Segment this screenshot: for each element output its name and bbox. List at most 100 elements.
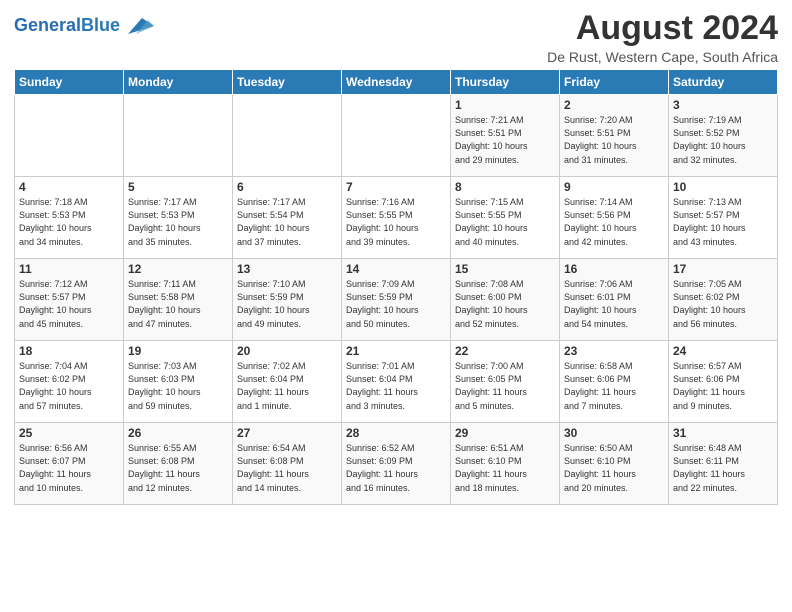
calendar-cell: 24 Sunrise: 6:57 AM Sunset: 6:06 PM Dayli… — [669, 341, 778, 423]
calendar-cell: 6 Sunrise: 7:17 AM Sunset: 5:54 PM Daylig… — [233, 177, 342, 259]
cell-info: Sunrise: 7:19 AM Sunset: 5:52 PM Dayligh… — [673, 114, 773, 166]
day-number: 18 — [19, 344, 119, 358]
calendar-cell: 27 Sunrise: 6:54 AM Sunset: 6:08 PM Dayli… — [233, 423, 342, 505]
day-number: 17 — [673, 262, 773, 276]
calendar-cell: 30 Sunrise: 6:50 AM Sunset: 6:10 PM Dayli… — [560, 423, 669, 505]
calendar-cell: 18 Sunrise: 7:04 AM Sunset: 6:02 PM Dayli… — [15, 341, 124, 423]
day-number: 10 — [673, 180, 773, 194]
calendar-cell: 28Sunrise: 6:52 AM Sunset: 6:09 PM Dayli… — [342, 423, 451, 505]
cell-info: Sunrise: 7:17 AM Sunset: 5:53 PM Dayligh… — [128, 196, 228, 248]
cell-info: Sunrise: 7:08 AM Sunset: 6:00 PM Dayligh… — [455, 278, 555, 330]
day-number: 11 — [19, 262, 119, 276]
cell-info: Sunrise: 6:55 AM Sunset: 6:08 PM Dayligh… — [128, 442, 228, 494]
cell-info: Sunrise: 6:57 AM Sunset: 6:06 PM Dayligh… — [673, 360, 773, 412]
calendar-cell: 14Sunrise: 7:09 AM Sunset: 5:59 PM Dayli… — [342, 259, 451, 341]
cell-info: Sunrise: 7:11 AM Sunset: 5:58 PM Dayligh… — [128, 278, 228, 330]
calendar-cell: 23Sunrise: 6:58 AM Sunset: 6:06 PM Dayli… — [560, 341, 669, 423]
calendar-cell: 5 Sunrise: 7:17 AM Sunset: 5:53 PM Daylig… — [124, 177, 233, 259]
cell-info: Sunrise: 7:03 AM Sunset: 6:03 PM Dayligh… — [128, 360, 228, 412]
cell-info: Sunrise: 7:21 AM Sunset: 5:51 PM Dayligh… — [455, 114, 555, 166]
logo-text: GeneralBlue — [14, 16, 120, 34]
day-header-thursday: Thursday — [451, 70, 560, 95]
calendar-week-3: 11 Sunrise: 7:12 AM Sunset: 5:57 PM Dayli… — [15, 259, 778, 341]
calendar-cell — [233, 95, 342, 177]
calendar-cell: 31 Sunrise: 6:48 AM Sunset: 6:11 PM Dayli… — [669, 423, 778, 505]
day-number: 30 — [564, 426, 664, 440]
day-header-wednesday: Wednesday — [342, 70, 451, 95]
location: De Rust, Western Cape, South Africa — [547, 49, 778, 65]
calendar-cell: 17 Sunrise: 7:05 AM Sunset: 6:02 PM Dayli… — [669, 259, 778, 341]
logo-general: General — [14, 15, 81, 35]
calendar-cell — [124, 95, 233, 177]
logo: GeneralBlue — [14, 14, 154, 36]
day-number: 22 — [455, 344, 555, 358]
day-number: 20 — [237, 344, 337, 358]
cell-info: Sunrise: 7:06 AM Sunset: 6:01 PM Dayligh… — [564, 278, 664, 330]
calendar-week-5: 25 Sunrise: 6:56 AM Sunset: 6:07 PM Dayli… — [15, 423, 778, 505]
cell-info: Sunrise: 6:51 AM Sunset: 6:10 PM Dayligh… — [455, 442, 555, 494]
calendar-cell: 25 Sunrise: 6:56 AM Sunset: 6:07 PM Dayli… — [15, 423, 124, 505]
title-block: August 2024 De Rust, Western Cape, South… — [547, 10, 778, 65]
day-number: 12 — [128, 262, 228, 276]
cell-info: Sunrise: 7:00 AM Sunset: 6:05 PM Dayligh… — [455, 360, 555, 412]
calendar: SundayMondayTuesdayWednesdayThursdayFrid… — [14, 69, 778, 505]
calendar-cell: 29Sunrise: 6:51 AM Sunset: 6:10 PM Dayli… — [451, 423, 560, 505]
cell-info: Sunrise: 7:04 AM Sunset: 6:02 PM Dayligh… — [19, 360, 119, 412]
cell-info: Sunrise: 6:54 AM Sunset: 6:08 PM Dayligh… — [237, 442, 337, 494]
day-number: 24 — [673, 344, 773, 358]
calendar-week-1: 1 Sunrise: 7:21 AM Sunset: 5:51 PM Daylig… — [15, 95, 778, 177]
calendar-cell: 13 Sunrise: 7:10 AM Sunset: 5:59 PM Dayli… — [233, 259, 342, 341]
calendar-cell: 3 Sunrise: 7:19 AM Sunset: 5:52 PM Daylig… — [669, 95, 778, 177]
cell-info: Sunrise: 7:15 AM Sunset: 5:55 PM Dayligh… — [455, 196, 555, 248]
calendar-cell — [342, 95, 451, 177]
cell-info: Sunrise: 7:17 AM Sunset: 5:54 PM Dayligh… — [237, 196, 337, 248]
calendar-cell: 2Sunrise: 7:20 AM Sunset: 5:51 PM Daylig… — [560, 95, 669, 177]
day-number: 9 — [564, 180, 664, 194]
logo-blue: Blue — [81, 15, 120, 35]
day-number: 5 — [128, 180, 228, 194]
day-number: 27 — [237, 426, 337, 440]
calendar-cell: 8 Sunrise: 7:15 AM Sunset: 5:55 PM Daylig… — [451, 177, 560, 259]
day-number: 25 — [19, 426, 119, 440]
day-number: 28 — [346, 426, 446, 440]
day-number: 31 — [673, 426, 773, 440]
cell-info: Sunrise: 6:48 AM Sunset: 6:11 PM Dayligh… — [673, 442, 773, 494]
cell-info: Sunrise: 6:56 AM Sunset: 6:07 PM Dayligh… — [19, 442, 119, 494]
cell-info: Sunrise: 7:09 AM Sunset: 5:59 PM Dayligh… — [346, 278, 446, 330]
calendar-cell — [15, 95, 124, 177]
calendar-cell: 1 Sunrise: 7:21 AM Sunset: 5:51 PM Daylig… — [451, 95, 560, 177]
day-header-friday: Friday — [560, 70, 669, 95]
calendar-header-row: SundayMondayTuesdayWednesdayThursdayFrid… — [15, 70, 778, 95]
header: GeneralBlue August 2024 De Rust, Western… — [14, 10, 778, 65]
day-number: 13 — [237, 262, 337, 276]
calendar-cell: 16Sunrise: 7:06 AM Sunset: 6:01 PM Dayli… — [560, 259, 669, 341]
day-header-sunday: Sunday — [15, 70, 124, 95]
calendar-cell: 9Sunrise: 7:14 AM Sunset: 5:56 PM Daylig… — [560, 177, 669, 259]
cell-info: Sunrise: 7:10 AM Sunset: 5:59 PM Dayligh… — [237, 278, 337, 330]
month-year: August 2024 — [547, 10, 778, 47]
day-number: 3 — [673, 98, 773, 112]
day-number: 7 — [346, 180, 446, 194]
calendar-cell: 7 Sunrise: 7:16 AM Sunset: 5:55 PM Daylig… — [342, 177, 451, 259]
day-number: 8 — [455, 180, 555, 194]
day-number: 4 — [19, 180, 119, 194]
cell-info: Sunrise: 7:12 AM Sunset: 5:57 PM Dayligh… — [19, 278, 119, 330]
cell-info: Sunrise: 7:20 AM Sunset: 5:51 PM Dayligh… — [564, 114, 664, 166]
calendar-week-4: 18 Sunrise: 7:04 AM Sunset: 6:02 PM Dayli… — [15, 341, 778, 423]
cell-info: Sunrise: 7:18 AM Sunset: 5:53 PM Dayligh… — [19, 196, 119, 248]
day-number: 21 — [346, 344, 446, 358]
cell-info: Sunrise: 7:01 AM Sunset: 6:04 PM Dayligh… — [346, 360, 446, 412]
cell-info: Sunrise: 7:16 AM Sunset: 5:55 PM Dayligh… — [346, 196, 446, 248]
calendar-cell: 19Sunrise: 7:03 AM Sunset: 6:03 PM Dayli… — [124, 341, 233, 423]
day-header-monday: Monday — [124, 70, 233, 95]
cell-info: Sunrise: 6:50 AM Sunset: 6:10 PM Dayligh… — [564, 442, 664, 494]
day-number: 1 — [455, 98, 555, 112]
calendar-cell: 22 Sunrise: 7:00 AM Sunset: 6:05 PM Dayli… — [451, 341, 560, 423]
calendar-cell: 20 Sunrise: 7:02 AM Sunset: 6:04 PM Dayli… — [233, 341, 342, 423]
calendar-cell: 11 Sunrise: 7:12 AM Sunset: 5:57 PM Dayli… — [15, 259, 124, 341]
cell-info: Sunrise: 7:05 AM Sunset: 6:02 PM Dayligh… — [673, 278, 773, 330]
cell-info: Sunrise: 7:02 AM Sunset: 6:04 PM Dayligh… — [237, 360, 337, 412]
day-number: 26 — [128, 426, 228, 440]
calendar-cell: 10Sunrise: 7:13 AM Sunset: 5:57 PM Dayli… — [669, 177, 778, 259]
day-number: 6 — [237, 180, 337, 194]
